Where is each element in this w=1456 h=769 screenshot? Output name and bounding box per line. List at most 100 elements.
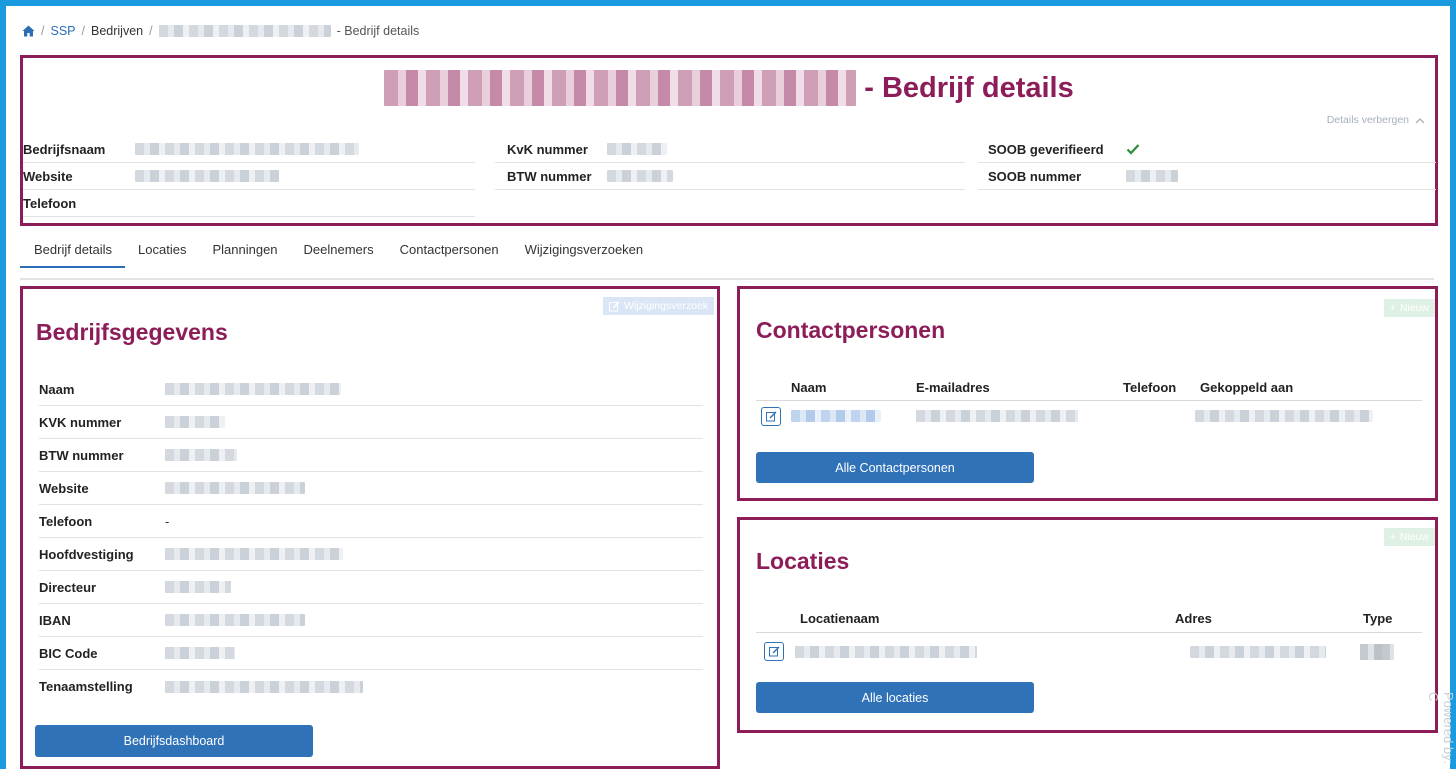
field-label: Naam	[39, 381, 75, 397]
breadcrumb-separator: /	[41, 24, 45, 38]
table-header-divider	[756, 400, 1422, 401]
tab-bar: Bedrijf details Locaties Planningen Deel…	[20, 238, 656, 268]
detail-label: SOOB geverifieerd	[988, 141, 1104, 157]
new-location-button[interactable]: + Nieuw	[1383, 528, 1435, 546]
company-data-panel: Wijzigingsverzoek Bedrijfsgegevens Naam …	[20, 286, 720, 769]
breadcrumb-company-redacted	[158, 25, 331, 37]
detail-label: SOOB nummer	[988, 168, 1082, 184]
powered-by-watermark: Powered by: C	[1426, 692, 1456, 765]
breadcrumb-bedrijven[interactable]: Bedrijven	[91, 24, 143, 38]
company-panel-title: Bedrijfsgegevens	[36, 319, 228, 345]
field-value-redacted	[165, 383, 341, 395]
company-dashboard-button[interactable]: Bedrijfsdashboard	[35, 725, 313, 757]
field-value-redacted	[165, 680, 363, 693]
field-value-redacted	[165, 482, 305, 494]
field-row: BIC Code	[39, 637, 703, 670]
field-label: KVK nummer	[39, 414, 122, 430]
tab-divider	[20, 278, 1434, 280]
breadcrumb-separator: /	[81, 24, 85, 38]
tab-bedrijf-details[interactable]: Bedrijf details	[20, 238, 126, 268]
field-label: BIC Code	[39, 645, 98, 661]
table-header-divider	[756, 632, 1422, 633]
change-request-label: Wijzigingsverzoek	[623, 300, 708, 312]
contact-email-redacted	[916, 410, 1078, 422]
breadcrumb-ssp[interactable]: SSP	[50, 24, 75, 38]
locations-panel-title: Locaties	[756, 548, 850, 574]
all-contacts-button[interactable]: Alle Contactpersonen	[756, 452, 1034, 483]
column-header-locatienaam: Locatienaam	[800, 611, 880, 626]
field-value-redacted	[165, 614, 305, 626]
edit-contact-button[interactable]	[761, 407, 781, 426]
breadcrumb: / SSP / Bedrijven / - Bedrijf details	[22, 24, 419, 38]
company-header: - Bedrijf details Details verbergen Bedr…	[20, 55, 1438, 226]
tab-planningen[interactable]: Planningen	[199, 238, 290, 268]
detail-value-redacted	[607, 143, 667, 155]
column-header-type: Type	[1363, 611, 1393, 626]
location-name-redacted	[795, 646, 977, 658]
change-request-button[interactable]: Wijzigingsverzoek	[602, 297, 714, 315]
field-label: Tenaamstelling	[39, 679, 133, 694]
chevron-up-icon	[1415, 117, 1425, 123]
detail-value-redacted	[607, 170, 673, 182]
contacts-panel: + Nieuw Contactpersonen Naam E-mailadres…	[737, 286, 1438, 501]
breadcrumb-separator: /	[149, 24, 153, 38]
locations-panel: + Nieuw Locaties Locatienaam Adres Type …	[737, 517, 1438, 733]
field-label: Telefoon	[39, 513, 93, 529]
field-row: Directeur	[39, 571, 703, 604]
detail-value-redacted	[135, 170, 279, 182]
field-row: Tenaamstelling	[39, 670, 703, 703]
column-header-naam: Naam	[791, 380, 827, 395]
detail-row-telefoon: Telefoon	[23, 190, 475, 217]
new-location-label: Nieuw	[1399, 531, 1429, 543]
field-row: IBAN	[39, 604, 703, 637]
breadcrumb-current: - Bedrijf details	[336, 24, 420, 38]
edit-icon	[608, 301, 620, 311]
checkmark-icon	[1126, 144, 1140, 155]
plus-icon: +	[1389, 531, 1396, 543]
detail-row-btw: BTW nummer	[495, 163, 965, 190]
detail-label: Bedrijfsnaam	[23, 141, 106, 157]
field-value-redacted	[165, 647, 235, 659]
field-value: -	[165, 513, 170, 529]
field-label: IBAN	[39, 612, 71, 628]
detail-row-soob-number: SOOB nummer	[978, 163, 1436, 190]
tab-locaties[interactable]: Locaties	[125, 238, 199, 268]
detail-value-redacted	[135, 143, 359, 155]
field-value-redacted	[165, 548, 343, 560]
company-name-redacted	[384, 70, 857, 106]
detail-label: Website	[23, 168, 73, 184]
details-toggle[interactable]: Details verbergen	[1327, 114, 1425, 126]
field-row: BTW nummer	[39, 439, 703, 472]
tab-deelnemers[interactable]: Deelnemers	[291, 238, 387, 268]
new-contact-button[interactable]: + Nieuw	[1383, 299, 1435, 317]
edit-location-button[interactable]	[764, 642, 784, 661]
detail-label: KvK nummer	[507, 141, 588, 157]
page-title: - Bedrijf details	[23, 70, 1435, 106]
tab-contactpersonen[interactable]: Contactpersonen	[387, 238, 512, 268]
field-label: Directeur	[39, 579, 97, 595]
field-label: Website	[39, 480, 89, 496]
column-header-adres: Adres	[1175, 611, 1212, 626]
field-row: KVK nummer	[39, 406, 703, 439]
edit-icon	[765, 411, 776, 422]
contact-name-redacted	[791, 410, 881, 422]
field-row: Telefoon -	[39, 505, 703, 538]
page-title-suffix: - Bedrijf details	[864, 71, 1074, 104]
new-contact-label: Nieuw	[1399, 302, 1429, 314]
detail-label: Telefoon	[23, 195, 77, 211]
detail-label: BTW nummer	[507, 168, 592, 184]
column-header-gekoppeld: Gekoppeld aan	[1200, 380, 1294, 395]
field-value-redacted	[165, 581, 231, 593]
plus-icon: +	[1389, 302, 1396, 314]
contacts-panel-title: Contactpersonen	[756, 317, 946, 343]
details-toggle-label: Details verbergen	[1326, 114, 1409, 126]
field-row: Hoofdvestiging	[39, 538, 703, 571]
detail-value-redacted	[1126, 170, 1178, 182]
location-type-redacted	[1360, 644, 1394, 660]
home-icon[interactable]	[22, 25, 35, 37]
tab-wijzigingsverzoeken[interactable]: Wijzigingsverzoeken	[512, 238, 657, 268]
field-value-redacted	[165, 449, 237, 461]
all-locations-button[interactable]: Alle locaties	[756, 682, 1034, 713]
detail-row-bedrijfsnaam: Bedrijfsnaam	[23, 136, 475, 163]
field-label: Hoofdvestiging	[39, 546, 134, 562]
